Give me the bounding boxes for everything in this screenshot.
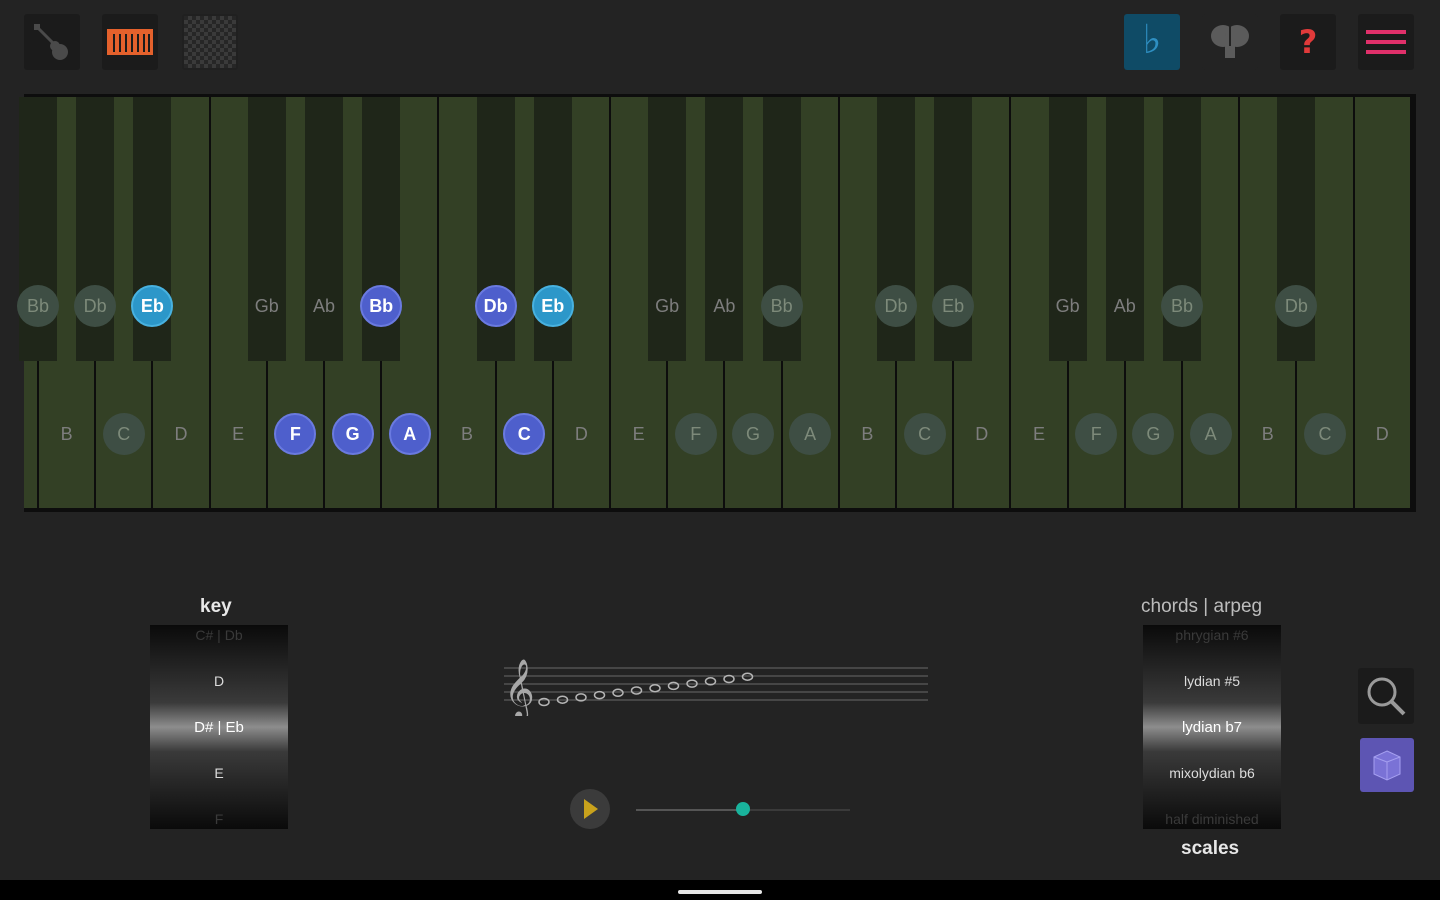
- note-marker[interactable]: C: [1304, 413, 1346, 455]
- note-marker[interactable]: Db: [474, 285, 517, 327]
- note-marker[interactable]: Gb: [1047, 285, 1089, 327]
- play-button[interactable]: [570, 789, 610, 829]
- brain-button[interactable]: [1202, 14, 1258, 70]
- menu-button[interactable]: [1358, 14, 1414, 70]
- note-marker[interactable]: C: [503, 413, 546, 455]
- note-marker[interactable]: Bb: [760, 285, 803, 327]
- staff-note: [723, 674, 735, 684]
- key-option[interactable]: D# | Eb: [150, 719, 288, 736]
- note-marker[interactable]: D: [1361, 413, 1403, 455]
- note-marker[interactable]: Db: [74, 285, 117, 327]
- checkerboard-icon: [184, 16, 236, 68]
- key-option[interactable]: D: [150, 673, 288, 689]
- note-marker[interactable]: Db: [875, 285, 917, 327]
- staff-note: [741, 672, 754, 681]
- cube-icon: [1373, 750, 1401, 781]
- scale-selector-wheel[interactable]: phrygian #6 lydian #5 lydian b7 mixolydian …: [1143, 625, 1281, 829]
- home-gesture-handle[interactable]: [678, 890, 762, 894]
- help-icon: ?: [1298, 23, 1318, 61]
- cube-button[interactable]: [1360, 738, 1414, 792]
- note-marker[interactable]: B: [46, 413, 88, 455]
- note-marker[interactable]: A: [789, 413, 832, 455]
- note-marker[interactable]: Eb: [932, 285, 975, 327]
- note-marker[interactable]: G: [331, 413, 374, 455]
- note-marker[interactable]: Ab: [303, 285, 345, 327]
- treble-clef-icon: 𝄞: [504, 659, 535, 716]
- note-marker[interactable]: A: [1189, 413, 1232, 455]
- staff-note: [667, 681, 680, 691]
- scale-option[interactable]: lydian #5: [1143, 673, 1281, 689]
- tempo-slider-thumb[interactable]: [736, 802, 750, 816]
- key-selector-label: key: [200, 596, 232, 617]
- note-marker[interactable]: E: [1018, 413, 1060, 455]
- scale-option[interactable]: phrygian #6: [1143, 627, 1281, 643]
- scales-label: scales: [1181, 838, 1240, 859]
- music-staff: 𝄞: [504, 659, 928, 716]
- note-marker[interactable]: E: [217, 413, 259, 455]
- guitar-icon: [34, 24, 68, 60]
- note-marker[interactable]: D: [961, 413, 1003, 455]
- tempo-slider-fill: [636, 809, 743, 811]
- note-marker[interactable]: A: [388, 413, 431, 455]
- key-selector-wheel[interactable]: C# | Db D D# | Eb E F: [150, 625, 288, 829]
- staff-note: [593, 690, 606, 700]
- search-button[interactable]: [1358, 668, 1414, 724]
- key-option[interactable]: E: [150, 765, 288, 781]
- play-icon: [584, 799, 598, 819]
- staff-note: [630, 686, 643, 695]
- note-marker[interactable]: F: [674, 413, 717, 455]
- staff-note: [649, 683, 661, 693]
- note-marker[interactable]: Bb: [360, 285, 403, 327]
- scale-option[interactable]: mixolydian b6: [1143, 765, 1281, 781]
- tempo-slider[interactable]: [636, 802, 850, 816]
- piano-keyboard[interactable]: B C D E F G A B C D E F G A B C D E F G A B C D Bb Db Eb Gb Ab Bb Db Eb…: [17, 94, 1416, 512]
- help-button[interactable]: ?: [1280, 14, 1336, 70]
- note-marker[interactable]: B: [446, 413, 488, 455]
- note-marker[interactable]: D: [160, 413, 202, 455]
- note-marker[interactable]: G: [732, 413, 774, 455]
- flat-toggle-button[interactable]: ♭: [1124, 14, 1180, 70]
- search-icon: [1367, 677, 1406, 716]
- note-marker[interactable]: B: [1247, 413, 1289, 455]
- key-option[interactable]: C# | Db: [150, 627, 288, 643]
- grid-mode-button[interactable]: [182, 14, 238, 70]
- menu-icon: [1366, 30, 1406, 54]
- key-option[interactable]: F: [150, 811, 288, 827]
- note-marker[interactable]: C: [903, 413, 946, 455]
- note-marker[interactable]: Bb: [17, 285, 59, 327]
- note-marker[interactable]: Ab: [1104, 285, 1146, 327]
- piano-mode-button[interactable]: [102, 14, 158, 70]
- chords-arpeg-toggle[interactable]: chords | arpeg: [1141, 596, 1262, 618]
- note-marker[interactable]: F: [1075, 413, 1118, 455]
- scale-option[interactable]: half diminished: [1143, 811, 1281, 827]
- flat-icon: ♭: [1142, 17, 1162, 63]
- note-marker[interactable]: Eb: [531, 285, 574, 327]
- guitar-mode-button[interactable]: [24, 14, 80, 70]
- note-marker[interactable]: Bb: [1161, 285, 1203, 327]
- note-marker[interactable]: C: [102, 413, 145, 455]
- staff-note: [612, 688, 624, 698]
- scale-option[interactable]: lydian b7: [1143, 719, 1281, 736]
- note-marker[interactable]: E: [618, 413, 660, 455]
- note-marker[interactable]: Gb: [246, 285, 288, 327]
- piano-icon: [107, 29, 153, 55]
- brain-icon: [1211, 25, 1249, 58]
- note-marker[interactable]: Gb: [646, 285, 688, 327]
